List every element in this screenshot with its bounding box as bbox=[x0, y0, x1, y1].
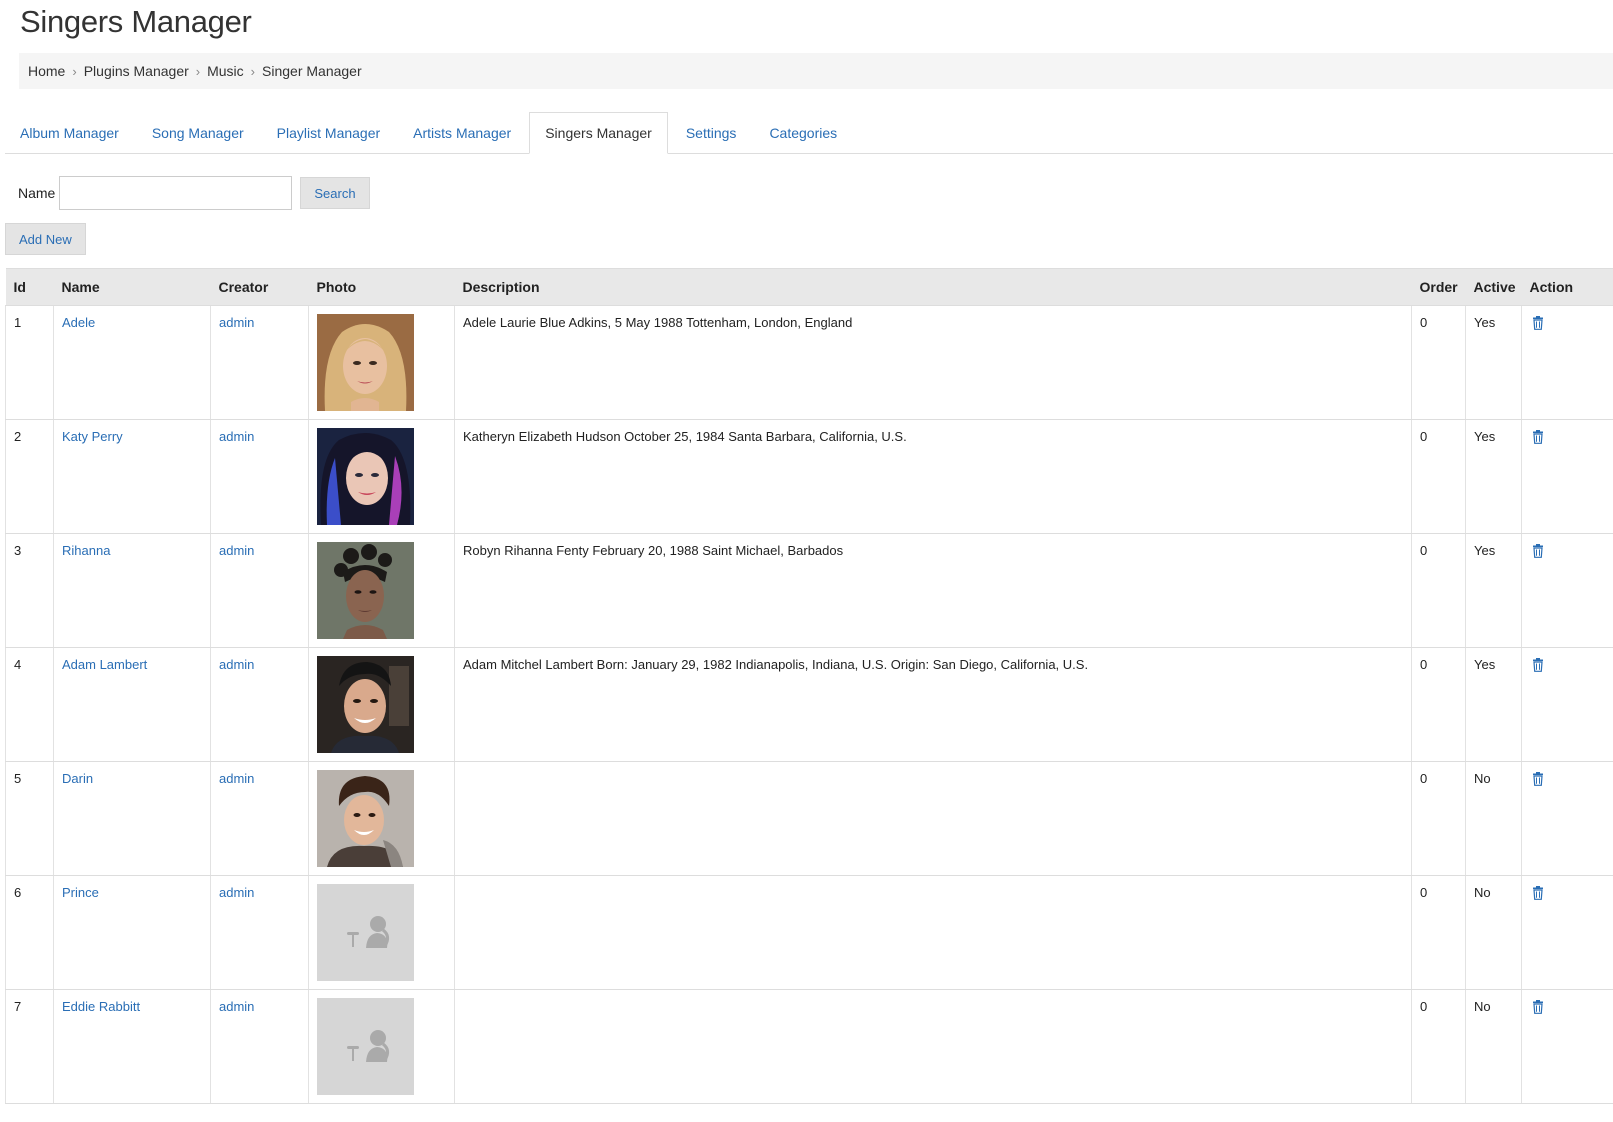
search-button[interactable]: Search bbox=[300, 177, 370, 209]
cell-id: 3 bbox=[5, 533, 54, 648]
tab-album-manager[interactable]: Album Manager bbox=[5, 112, 134, 153]
creator-link[interactable]: admin bbox=[219, 657, 254, 672]
adam-lambert-photo bbox=[317, 656, 414, 753]
singer-name-link[interactable]: Adele bbox=[62, 315, 95, 330]
cell-active: Yes bbox=[1465, 419, 1522, 534]
trash-icon[interactable] bbox=[1532, 886, 1544, 900]
trash-icon[interactable] bbox=[1532, 772, 1544, 786]
cell-description: Adam Mitchel Lambert Born: January 29, 1… bbox=[454, 647, 1412, 762]
cell-id: 6 bbox=[5, 875, 54, 990]
trash-icon[interactable] bbox=[1532, 658, 1544, 672]
cell-description: Robyn Rihanna Fenty February 20, 1988 Sa… bbox=[454, 533, 1412, 648]
singer-name-link[interactable]: Katy Perry bbox=[62, 429, 123, 444]
column-header-photo: Photo bbox=[308, 268, 455, 306]
cell-active: No bbox=[1465, 875, 1522, 990]
cell-order: 0 bbox=[1411, 647, 1466, 762]
trash-icon[interactable] bbox=[1532, 1000, 1544, 1014]
singers-table-container: Id Name Creator Photo Description Order … bbox=[5, 268, 1613, 1122]
breadcrumb-home[interactable]: Home bbox=[28, 63, 65, 79]
cell-active: Yes bbox=[1465, 305, 1522, 420]
column-header-description: Description bbox=[454, 268, 1412, 306]
trash-icon[interactable] bbox=[1532, 316, 1544, 330]
singer-name-link[interactable]: Adam Lambert bbox=[62, 657, 147, 672]
cell-order: 0 bbox=[1411, 761, 1466, 876]
cell-description bbox=[454, 761, 1412, 876]
table-row: 1 Adele admin Adele Laurie Blue Adkins, … bbox=[5, 305, 1613, 420]
cell-id: 1 bbox=[5, 305, 54, 420]
cell-active: No bbox=[1465, 761, 1522, 876]
darin-photo bbox=[317, 770, 414, 867]
placeholder-singer-icon bbox=[317, 884, 414, 981]
add-new-button[interactable]: Add New bbox=[5, 223, 86, 255]
cell-active: Yes bbox=[1465, 647, 1522, 762]
creator-link[interactable]: admin bbox=[219, 771, 254, 786]
cell-id: 4 bbox=[5, 647, 54, 762]
cell-description: Adele Laurie Blue Adkins, 5 May 1988 Tot… bbox=[454, 305, 1412, 420]
table-row: 5 Darin admin 0 No bbox=[5, 761, 1613, 876]
column-header-creator[interactable]: Creator bbox=[210, 268, 309, 306]
search-input[interactable] bbox=[59, 176, 293, 210]
page-title: Singers Manager bbox=[20, 4, 252, 39]
trash-icon[interactable] bbox=[1532, 544, 1544, 558]
table-header-row: Id Name Creator Photo Description Order … bbox=[5, 268, 1613, 306]
creator-link[interactable]: admin bbox=[219, 315, 254, 330]
tab-artists-manager[interactable]: Artists Manager bbox=[398, 112, 526, 153]
column-header-order[interactable]: Order bbox=[1411, 268, 1466, 306]
rihanna-photo bbox=[317, 542, 414, 639]
column-header-active[interactable]: Active bbox=[1465, 268, 1522, 306]
tab-settings[interactable]: Settings bbox=[671, 112, 752, 153]
singer-name-link[interactable]: Prince bbox=[62, 885, 99, 900]
singer-name-link[interactable]: Darin bbox=[62, 771, 93, 786]
table-row: 3 Rihanna admin Robyn Rihanna Fenty Febr… bbox=[5, 533, 1613, 648]
cell-active: No bbox=[1465, 989, 1522, 1104]
tab-bar: Album Manager Song Manager Playlist Mana… bbox=[5, 112, 1613, 154]
tab-song-manager[interactable]: Song Manager bbox=[137, 112, 259, 153]
placeholder-singer-icon bbox=[317, 998, 414, 1095]
creator-link[interactable]: admin bbox=[219, 429, 254, 444]
cell-order: 0 bbox=[1411, 305, 1466, 420]
cell-description bbox=[454, 989, 1412, 1104]
chevron-right-icon: › bbox=[250, 63, 256, 79]
table-row: 4 Adam Lambert admin Adam Mitchel Lamber… bbox=[5, 647, 1613, 762]
chevron-right-icon: › bbox=[72, 63, 77, 79]
tab-singers-manager[interactable]: Singers Manager bbox=[529, 112, 668, 154]
table-row: 7 Eddie Rabbitt admin 0 No bbox=[5, 989, 1613, 1104]
creator-link[interactable]: admin bbox=[219, 543, 254, 558]
column-header-name[interactable]: Name bbox=[53, 268, 211, 306]
singer-name-link[interactable]: Eddie Rabbitt bbox=[62, 999, 140, 1014]
breadcrumb-singer-manager: Singer Manager bbox=[262, 63, 362, 79]
cell-order: 0 bbox=[1411, 875, 1466, 990]
singer-name-link[interactable]: Rihanna bbox=[62, 543, 110, 558]
tab-categories[interactable]: Categories bbox=[754, 112, 852, 153]
adele-photo bbox=[317, 314, 414, 411]
cell-order: 0 bbox=[1411, 533, 1466, 648]
table-row: 6 Prince admin 0 No bbox=[5, 875, 1613, 990]
creator-link[interactable]: admin bbox=[219, 999, 254, 1014]
cell-order: 0 bbox=[1411, 989, 1466, 1104]
chevron-right-icon: › bbox=[195, 63, 201, 79]
cell-description: Katheryn Elizabeth Hudson October 25, 19… bbox=[454, 419, 1412, 534]
table-row: 2 Katy Perry admin Katheryn Elizabeth Hu… bbox=[5, 419, 1613, 534]
cell-order: 0 bbox=[1411, 419, 1466, 534]
trash-icon[interactable] bbox=[1532, 430, 1544, 444]
breadcrumb: Home › Plugins Manager › Music › Singer … bbox=[19, 53, 1613, 89]
breadcrumb-plugins-manager[interactable]: Plugins Manager bbox=[84, 63, 189, 79]
column-header-action: Action bbox=[1521, 268, 1613, 306]
cell-id: 5 bbox=[5, 761, 54, 876]
cell-id: 7 bbox=[5, 989, 54, 1104]
search-form: Name Search bbox=[18, 176, 370, 210]
column-header-id[interactable]: Id bbox=[5, 268, 54, 306]
tab-playlist-manager[interactable]: Playlist Manager bbox=[262, 112, 396, 153]
cell-description bbox=[454, 875, 1412, 990]
cell-id: 2 bbox=[5, 419, 54, 534]
cell-active: Yes bbox=[1465, 533, 1522, 648]
search-label: Name bbox=[18, 185, 56, 201]
singers-table: Id Name Creator Photo Description Order … bbox=[5, 268, 1613, 1104]
breadcrumb-music[interactable]: Music bbox=[207, 63, 244, 79]
katy-perry-photo bbox=[317, 428, 414, 525]
creator-link[interactable]: admin bbox=[219, 885, 254, 900]
